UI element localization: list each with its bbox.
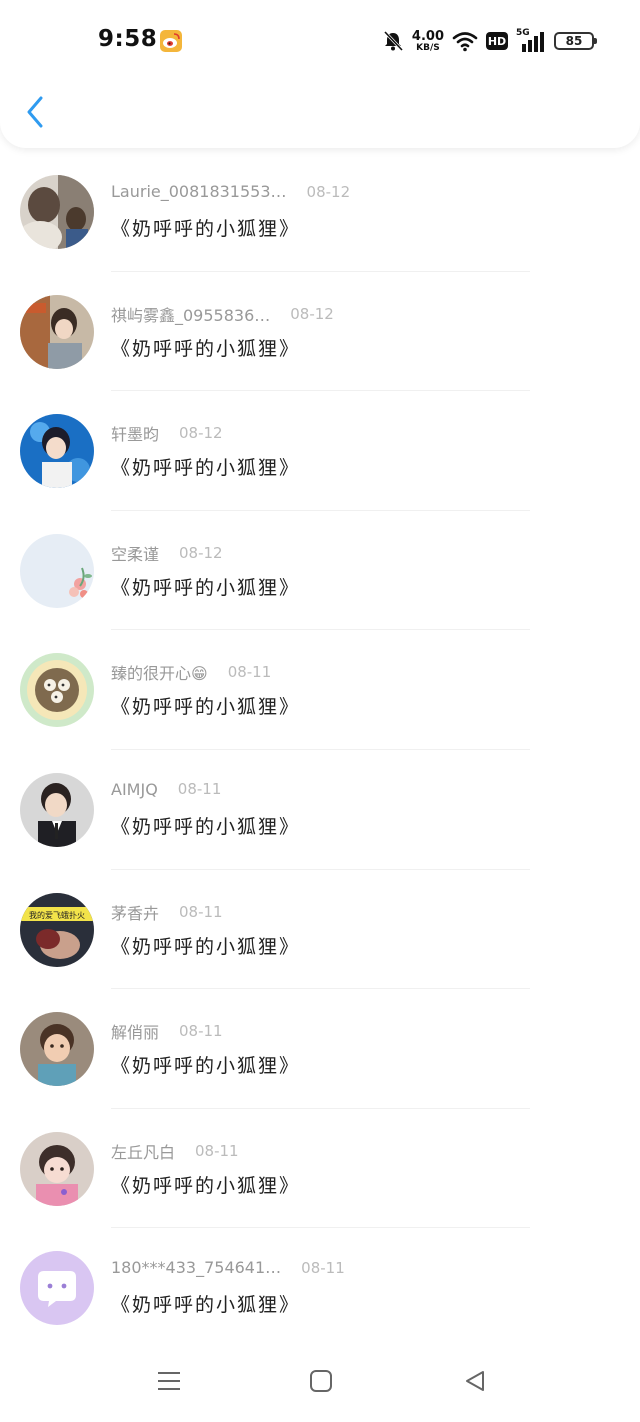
comment-text: 《奶呼呼的小狐狸》 bbox=[111, 457, 301, 480]
back-nav-button[interactable] bbox=[460, 1366, 490, 1396]
commenter-name[interactable]: Laurie_0081831553… bbox=[111, 182, 287, 201]
system-nav-bar bbox=[0, 1352, 640, 1422]
back-button[interactable] bbox=[18, 92, 52, 132]
comment-text: 《奶呼呼的小狐狸》 bbox=[111, 218, 301, 240]
avatar[interactable] bbox=[20, 175, 94, 249]
network-speed-value: 4.00 bbox=[411, 28, 444, 44]
avatar[interactable]: 我的爱飞蛾扑火 bbox=[20, 892, 94, 967]
avatar[interactable] bbox=[20, 533, 94, 608]
comment-date: 08-11 bbox=[179, 1022, 223, 1041]
comment-text: 《奶呼呼的小狐狸》 bbox=[111, 1055, 301, 1078]
home-icon bbox=[310, 1370, 332, 1392]
recent-apps-button[interactable] bbox=[154, 1366, 184, 1396]
list-item[interactable]: 轩墨昀 08-12 《奶呼呼的小狐狸》 bbox=[0, 391, 640, 511]
comment-date: 08-12 bbox=[179, 424, 223, 443]
chevron-left-icon bbox=[27, 96, 43, 128]
comment-text: 《奶呼呼的小狐狸》 bbox=[111, 337, 301, 360]
avatar[interactable] bbox=[20, 653, 94, 728]
commenter-name[interactable]: 空柔谨 bbox=[111, 541, 159, 565]
commenter-name[interactable]: 左丘凡白 bbox=[111, 1139, 175, 1163]
comment-date: 08-11 bbox=[177, 780, 222, 799]
avatar[interactable] bbox=[20, 1012, 94, 1087]
comment-text: 《奶呼呼的小狐狸》 bbox=[111, 576, 301, 599]
comment-text: 《奶呼呼的小狐狸》 bbox=[111, 935, 301, 958]
commenter-name[interactable]: AIMJQ bbox=[111, 780, 158, 799]
avatar[interactable] bbox=[20, 1251, 94, 1326]
list-item[interactable]: 空柔谨 08-12 《奶呼呼的小狐狸》 bbox=[0, 511, 640, 631]
network-speed: 4.00 KB/S bbox=[412, 30, 444, 53]
status-time: 9:58 bbox=[98, 26, 158, 52]
signal-icon bbox=[522, 32, 544, 52]
list-item[interactable]: 我的爱飞蛾扑火 茅香卉 08-11 《奶呼呼的小狐狸》 bbox=[0, 870, 640, 990]
comment-date: 08-12 bbox=[290, 304, 334, 323]
avatar[interactable] bbox=[20, 294, 94, 369]
wifi-icon bbox=[452, 32, 478, 52]
list-item[interactable]: 左丘凡白 08-11 《奶呼呼的小狐狸》 bbox=[0, 1109, 640, 1229]
comment-text: 《奶呼呼的小狐狸》 bbox=[111, 1294, 301, 1317]
commenter-name[interactable]: 解俏丽 bbox=[111, 1019, 159, 1043]
list-item[interactable]: 180***433_754641… 08-11 《奶呼呼的小狐狸》 bbox=[0, 1228, 640, 1348]
comment-date: 08-11 bbox=[195, 1141, 239, 1160]
status-bar: 9:58 4.00 KB/S HD 5G 85 bbox=[0, 0, 640, 80]
avatar[interactable] bbox=[20, 772, 94, 847]
comment-text: 《奶呼呼的小狐狸》 bbox=[111, 1174, 301, 1197]
default-avatar-icon bbox=[20, 1251, 94, 1326]
back-triangle-icon bbox=[466, 1371, 484, 1391]
commenter-name[interactable]: 茅香卉 bbox=[111, 900, 159, 924]
commenter-name[interactable]: 祺屿雾鑫_0955836… bbox=[111, 302, 270, 326]
menu-icon bbox=[158, 1372, 180, 1390]
avatar[interactable] bbox=[20, 1131, 94, 1206]
network-speed-unit: KB/S bbox=[416, 42, 440, 53]
list-item[interactable]: 臻的很开心😁 08-11 《奶呼呼的小狐狸》 bbox=[0, 630, 640, 750]
comment-date: 08-11 bbox=[179, 902, 223, 921]
battery-icon: 85 bbox=[554, 32, 597, 50]
comment-list: Laurie_0081831553… 08-12 《奶呼呼的小狐狸》 祺屿雾鑫_… bbox=[0, 152, 640, 1348]
avatar[interactable] bbox=[20, 414, 94, 489]
list-item[interactable]: 祺屿雾鑫_0955836… 08-12 《奶呼呼的小狐狸》 bbox=[0, 272, 640, 392]
commenter-name[interactable]: 臻的很开心😁 bbox=[111, 660, 208, 684]
comment-text: 《奶呼呼的小狐狸》 bbox=[111, 815, 301, 838]
battery-level: 85 bbox=[565, 34, 583, 48]
avatar-overlay-text: 我的爱飞蛾扑火 bbox=[29, 910, 85, 920]
home-button[interactable] bbox=[306, 1366, 336, 1396]
comment-date: 08-12 bbox=[306, 182, 351, 201]
hd-icon: HD bbox=[486, 32, 508, 50]
list-item[interactable]: 解俏丽 08-11 《奶呼呼的小狐狸》 bbox=[0, 989, 640, 1109]
comment-text: 《奶呼呼的小狐狸》 bbox=[111, 696, 301, 719]
comment-date: 08-11 bbox=[227, 663, 272, 682]
list-item[interactable]: AIMJQ 08-11 《奶呼呼的小狐狸》 bbox=[0, 750, 640, 870]
commenter-name[interactable]: 轩墨昀 bbox=[111, 421, 159, 445]
comment-date: 08-12 bbox=[179, 543, 223, 562]
comment-date: 08-11 bbox=[301, 1258, 345, 1277]
bell-muted-icon bbox=[383, 30, 404, 52]
commenter-name[interactable]: 180***433_754641… bbox=[111, 1258, 281, 1277]
signal-indicator: 5G bbox=[516, 28, 546, 52]
weibo-icon bbox=[160, 30, 182, 52]
list-item[interactable]: Laurie_0081831553… 08-12 《奶呼呼的小狐狸》 bbox=[0, 152, 640, 272]
